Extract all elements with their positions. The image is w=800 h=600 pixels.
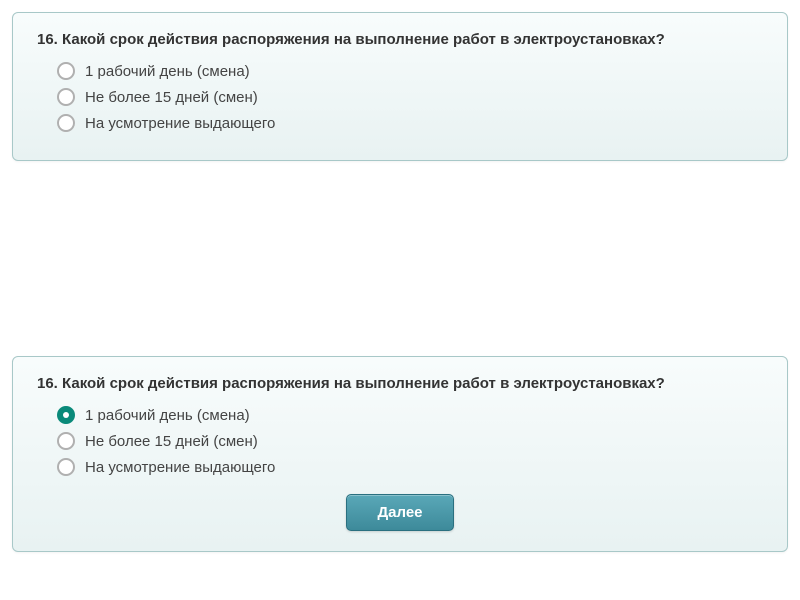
option-label: На усмотрение выдающего	[85, 115, 275, 132]
question-card-1: 16. Какой срок действия распоряжения на …	[12, 12, 788, 161]
question-title: 16. Какой срок действия распоряжения на …	[37, 375, 763, 392]
question-card-2: 16. Какой срок действия распоряжения на …	[12, 356, 788, 552]
options-list: 1 рабочий день (смена) Не более 15 дней …	[37, 62, 763, 132]
option-label: 1 рабочий день (смена)	[85, 407, 250, 424]
radio-icon[interactable]	[57, 406, 75, 424]
question-number: 16.	[37, 31, 58, 48]
option-row-3[interactable]: На усмотрение выдающего	[57, 114, 763, 132]
question-number: 16.	[37, 375, 58, 392]
option-row-1[interactable]: 1 рабочий день (смена)	[57, 406, 763, 424]
option-label: 1 рабочий день (смена)	[85, 63, 250, 80]
option-label: Не более 15 дней (смен)	[85, 89, 258, 106]
radio-icon[interactable]	[57, 88, 75, 106]
question-body: Какой срок действия распоряжения на выпо…	[62, 31, 665, 48]
radio-icon[interactable]	[57, 62, 75, 80]
option-row-1[interactable]: 1 рабочий день (смена)	[57, 62, 763, 80]
question-body: Какой срок действия распоряжения на выпо…	[62, 375, 665, 392]
next-button[interactable]: Далее	[346, 494, 453, 531]
button-container: Далее	[37, 494, 763, 531]
radio-icon[interactable]	[57, 458, 75, 476]
option-label: Не более 15 дней (смен)	[85, 433, 258, 450]
question-title: 16. Какой срок действия распоряжения на …	[37, 31, 763, 48]
option-row-2[interactable]: Не более 15 дней (смен)	[57, 88, 763, 106]
options-list: 1 рабочий день (смена) Не более 15 дней …	[37, 406, 763, 476]
option-row-3[interactable]: На усмотрение выдающего	[57, 458, 763, 476]
option-row-2[interactable]: Не более 15 дней (смен)	[57, 432, 763, 450]
option-label: На усмотрение выдающего	[85, 459, 275, 476]
radio-icon[interactable]	[57, 432, 75, 450]
radio-icon[interactable]	[57, 114, 75, 132]
